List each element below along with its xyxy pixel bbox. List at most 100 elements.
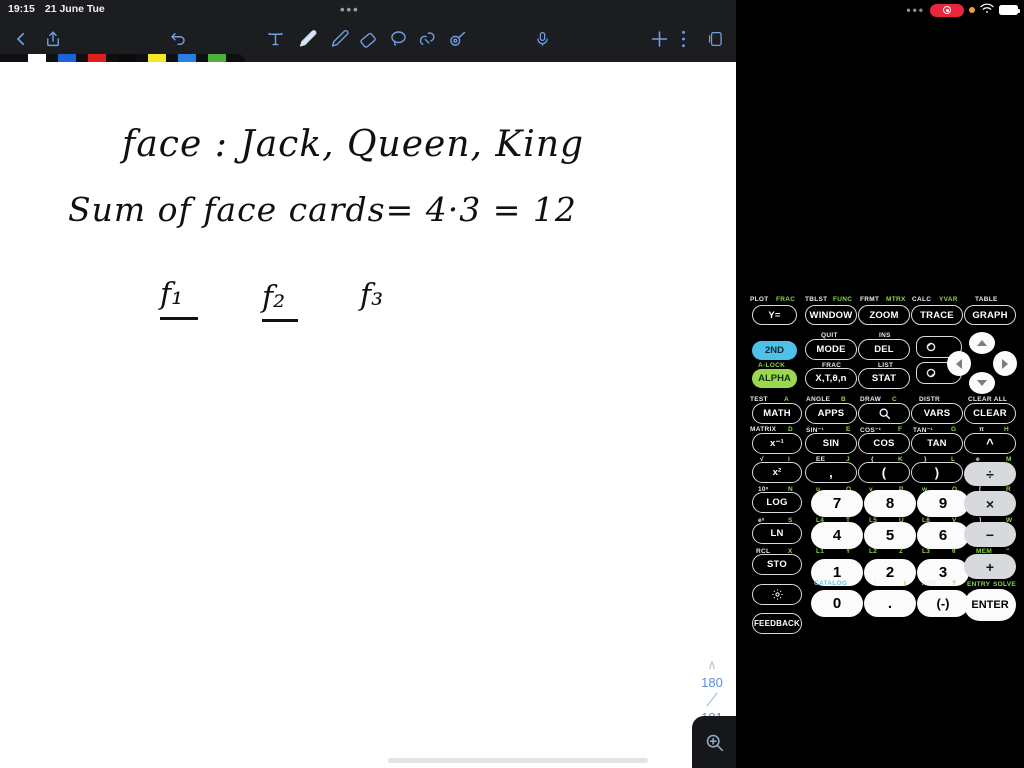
key-7[interactable]: 7 — [811, 490, 863, 517]
key-9[interactable]: 9 — [917, 490, 969, 517]
key-decimal[interactable]: . — [864, 590, 916, 617]
key-y-equals[interactable]: Y= — [752, 305, 797, 325]
more-options-icon[interactable] — [681, 30, 686, 49]
key-2nd[interactable]: 2ND — [752, 341, 797, 360]
key-mode[interactable]: MODE — [805, 339, 857, 360]
key-right-paren[interactable]: ) — [911, 462, 963, 483]
key-math[interactable]: MATH — [752, 403, 802, 424]
pen-tool-icon[interactable] — [297, 29, 318, 50]
key-arrow-right[interactable] — [993, 351, 1017, 376]
key-comma[interactable]: , — [805, 462, 857, 483]
key-zoom[interactable]: ZOOM — [858, 305, 910, 325]
sec-power-pi: π — [979, 426, 985, 433]
key-vars[interactable]: VARS — [911, 403, 963, 424]
calculator-status-bar: ••• — [906, 1, 1020, 19]
key-multiply[interactable]: × — [964, 491, 1016, 516]
alpha-sin-e: E — [846, 426, 851, 433]
key-divide[interactable]: ÷ — [964, 462, 1016, 486]
pages-icon[interactable] — [706, 30, 725, 49]
key-enter[interactable]: ENTER — [964, 589, 1016, 621]
microphone-icon[interactable] — [534, 30, 551, 49]
key-alpha[interactable]: ALPHA — [752, 369, 797, 388]
alpha-dot-i: i — [904, 580, 907, 587]
key-arrow-up[interactable] — [969, 332, 995, 354]
key-0[interactable]: 0 — [811, 590, 863, 617]
key-8[interactable]: 8 — [864, 490, 916, 517]
sec-zero-catalog: CATALOG — [814, 580, 848, 587]
handwritten-term-3: f₃ — [360, 278, 384, 313]
alpha-cos-f: F — [898, 426, 903, 433]
key-left-paren[interactable]: ( — [858, 462, 910, 483]
sec-graph-table: TABLE — [975, 296, 998, 303]
key-5[interactable]: 5 — [864, 522, 916, 549]
undo-icon[interactable] — [168, 30, 188, 48]
sec-3-l3: L3 — [922, 548, 931, 555]
key-x-t-theta-n[interactable]: X,T,θ,n — [805, 368, 857, 389]
mic-in-use-indicator — [969, 7, 975, 13]
sec-apps-angle: ANGLE — [806, 396, 831, 403]
key-plus[interactable]: + — [964, 554, 1016, 579]
key-search[interactable] — [858, 403, 910, 424]
key-arrow-left[interactable] — [947, 351, 971, 376]
sec-xinv-matrix: MATRIX — [750, 426, 777, 433]
alpha-power-h: H — [1004, 426, 1009, 433]
alpha-math-a: A — [784, 396, 789, 403]
highlighter-tool-icon[interactable] — [329, 29, 350, 50]
alpha-3-theta: θ — [952, 548, 956, 555]
key-sin[interactable]: SIN — [805, 433, 857, 454]
sec-negate-ans: ANS — [922, 580, 937, 587]
key-x-inverse[interactable]: x⁻¹ — [752, 433, 802, 454]
alpha-zoom-mtrx: MTRX — [886, 296, 906, 303]
text-tool-icon[interactable] — [266, 30, 285, 49]
key-ln[interactable]: LN — [752, 523, 802, 544]
key-clear[interactable]: CLEAR — [964, 403, 1016, 424]
sec-dot-i: i — [874, 580, 877, 587]
add-icon[interactable] — [649, 29, 670, 50]
key-4[interactable]: 4 — [811, 522, 863, 549]
key-log[interactable]: LOG — [752, 492, 802, 513]
key-arrow-down[interactable] — [969, 372, 995, 394]
current-page-number[interactable]: 180 — [701, 675, 723, 690]
status-date: 21 June Tue — [44, 3, 105, 15]
key-trace[interactable]: TRACE — [911, 305, 963, 325]
eraser-tool-icon[interactable] — [358, 29, 379, 50]
key-sto[interactable]: STO — [752, 554, 802, 575]
key-feedback[interactable]: FEEDBACK — [752, 613, 802, 634]
sec-math-test: TEST — [750, 396, 768, 403]
page-up-icon[interactable]: ∧ — [707, 657, 717, 673]
key-6[interactable]: 6 — [917, 522, 969, 549]
alpha-xinv-d: D — [788, 426, 793, 433]
key-x-squared[interactable]: x² — [752, 462, 802, 483]
calculator-app: ••• PLOT FRAC Y= TBLST FUNC WINDOW FRMT … — [736, 0, 1024, 768]
shape-tool-icon[interactable] — [417, 29, 438, 50]
back-chevron-icon[interactable] — [12, 30, 30, 48]
calc-multitask-dots[interactable]: ••• — [906, 3, 925, 17]
key-del[interactable]: DEL — [858, 339, 910, 360]
share-icon[interactable] — [44, 30, 62, 49]
note-canvas[interactable]: face : Jack, Queen, King Sum of face car… — [0, 62, 736, 768]
key-tan[interactable]: TAN — [911, 433, 963, 454]
sec-clear-all: CLEAR ALL — [968, 396, 1008, 403]
sec-zoom-frmt: FRMT — [860, 296, 880, 303]
key-apps[interactable]: APPS — [805, 403, 857, 424]
key-power[interactable]: ^ — [964, 433, 1016, 454]
sec-del-ins: INS — [879, 332, 891, 339]
underline-term-1 — [160, 317, 198, 320]
key-minus[interactable]: − — [964, 522, 1016, 547]
key-cos[interactable]: COS — [858, 433, 910, 454]
key-negate[interactable]: (-) — [917, 590, 969, 617]
key-graph[interactable]: GRAPH — [964, 305, 1016, 325]
key-2[interactable]: 2 — [864, 559, 916, 586]
ipad-status-bar: 19:15 21 June Tue — [0, 0, 736, 18]
lasso-tool-icon[interactable] — [388, 29, 409, 50]
zoom-in-button[interactable] — [692, 716, 736, 768]
laser-tool-icon[interactable] — [447, 29, 468, 50]
key-stat[interactable]: STAT — [858, 368, 910, 389]
recording-indicator — [930, 3, 964, 17]
key-settings[interactable] — [752, 584, 802, 605]
key-window[interactable]: WINDOW — [805, 305, 857, 325]
wifi-icon — [980, 1, 994, 19]
alpha-y-equals-frac: FRAC — [776, 296, 796, 303]
multitask-dots[interactable]: ••• — [340, 2, 360, 17]
horizontal-scrollbar[interactable] — [388, 758, 648, 763]
